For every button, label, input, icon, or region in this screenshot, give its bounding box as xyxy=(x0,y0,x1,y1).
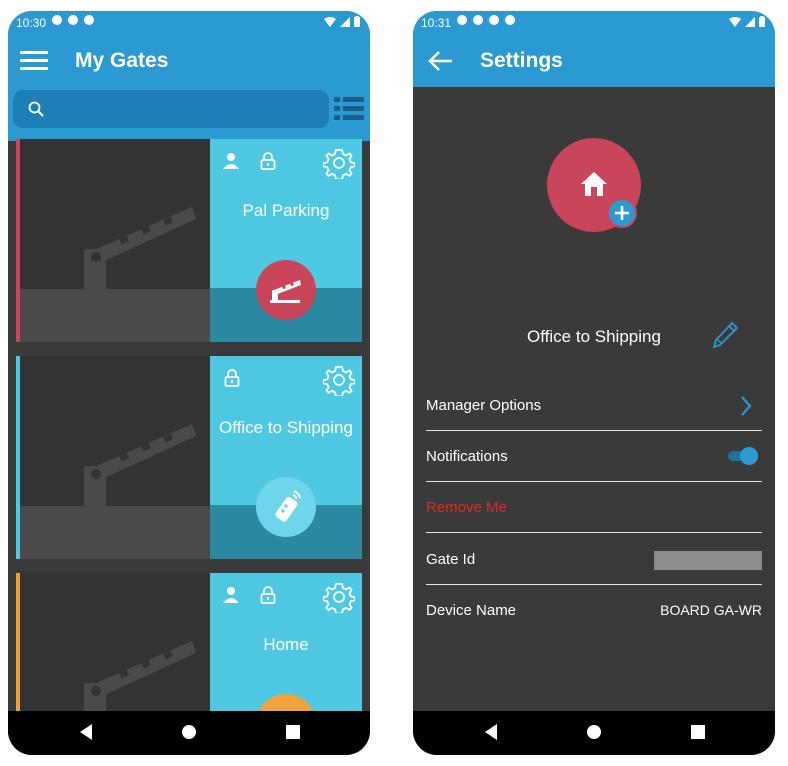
open-gate-button[interactable] xyxy=(256,260,316,320)
back-nav-icon[interactable] xyxy=(483,723,499,741)
user-icon xyxy=(223,153,239,169)
page-title: Settings xyxy=(480,49,563,72)
device-name-row: Device Name BOARD GA-WR xyxy=(426,584,762,635)
gate-id-label: Gate Id xyxy=(426,551,476,568)
remove-me-row[interactable]: Remove Me xyxy=(426,481,762,533)
system-icons xyxy=(729,16,765,27)
gate-id-value-redacted xyxy=(654,551,762,570)
wifi-icon xyxy=(729,16,741,27)
gate-barrier-image xyxy=(20,356,210,559)
app-bar: My Gates xyxy=(8,35,370,87)
wifi-icon xyxy=(324,16,336,27)
page-title: My Gates xyxy=(75,49,169,72)
recents-nav-icon[interactable] xyxy=(690,723,706,741)
gate-name: Office to Shipping xyxy=(219,418,353,437)
remove-me-label: Remove Me xyxy=(426,499,507,516)
search-box[interactable] xyxy=(13,90,329,128)
notification-icons xyxy=(457,15,515,25)
gate-panel[interactable]: Office to Shipping xyxy=(210,356,362,559)
device-name-label: Device Name xyxy=(426,602,517,619)
android-nav-bar xyxy=(413,711,775,755)
home-nav-icon[interactable] xyxy=(585,723,603,741)
gate-panel[interactable]: Pal Parking xyxy=(210,139,362,342)
status-bar: 10:30 xyxy=(8,11,370,35)
status-time: 10:31 xyxy=(421,16,452,30)
search-icon xyxy=(28,101,44,117)
add-photo-button[interactable] xyxy=(607,198,637,228)
remote-control-icon xyxy=(275,490,301,522)
gate-card-office-to-shipping[interactable]: Office to Shipping xyxy=(16,356,362,559)
manager-options-row[interactable]: Manager Options xyxy=(426,379,762,431)
hamburger-menu-icon[interactable] xyxy=(20,51,48,71)
user-icon xyxy=(223,587,239,603)
status-time: 10:30 xyxy=(16,16,47,30)
lock-icon xyxy=(260,152,276,170)
home-icon xyxy=(581,172,607,196)
gate-id-row: Gate Id xyxy=(426,533,762,585)
gear-icon[interactable] xyxy=(323,364,355,396)
back-arrow-icon[interactable] xyxy=(427,49,455,73)
edit-pencil-icon[interactable] xyxy=(710,320,740,350)
android-nav-bar xyxy=(8,711,370,755)
settings-content: Office to Shipping Manager Options Notif… xyxy=(413,87,775,711)
remote-control-button[interactable] xyxy=(256,477,316,537)
list-view-icon[interactable] xyxy=(334,95,364,123)
signal-icon xyxy=(340,16,350,27)
search-input[interactable] xyxy=(53,96,317,124)
gate-avatar[interactable] xyxy=(547,138,641,232)
system-icons xyxy=(324,16,360,27)
device-name-value: BOARD GA-WR xyxy=(660,602,762,618)
home-nav-icon[interactable] xyxy=(180,723,198,741)
back-nav-icon[interactable] xyxy=(78,723,94,741)
recents-nav-icon[interactable] xyxy=(285,723,301,741)
manager-options-label: Manager Options xyxy=(426,397,542,414)
gate-barrier-icon xyxy=(270,280,301,303)
notifications-row: Notifications xyxy=(426,430,762,482)
gate-card-pal-parking[interactable]: Pal Parking xyxy=(16,139,362,342)
gate-name: Home xyxy=(263,635,309,654)
gear-icon[interactable] xyxy=(323,147,355,179)
battery-icon xyxy=(759,16,765,27)
notifications-toggle[interactable] xyxy=(728,447,758,465)
plus-icon xyxy=(615,206,629,220)
app-bar: Settings xyxy=(413,35,775,87)
signal-icon xyxy=(745,16,755,27)
phone-settings: 10:31 Settings Office to Shipping Manage… xyxy=(413,11,775,755)
status-bar: 10:31 xyxy=(413,11,775,35)
gate-barrier-image xyxy=(20,139,210,342)
lock-icon xyxy=(260,586,276,604)
notification-icons xyxy=(52,15,94,25)
notifications-label: Notifications xyxy=(426,448,508,465)
gear-icon[interactable] xyxy=(323,581,355,613)
lock-icon xyxy=(224,369,240,387)
chevron-right-icon xyxy=(741,396,752,416)
gate-name: Pal Parking xyxy=(242,201,330,220)
battery-icon xyxy=(354,16,360,27)
phone-my-gates: 10:30 My Gates Pal Parking Office to Shi… xyxy=(8,11,370,755)
